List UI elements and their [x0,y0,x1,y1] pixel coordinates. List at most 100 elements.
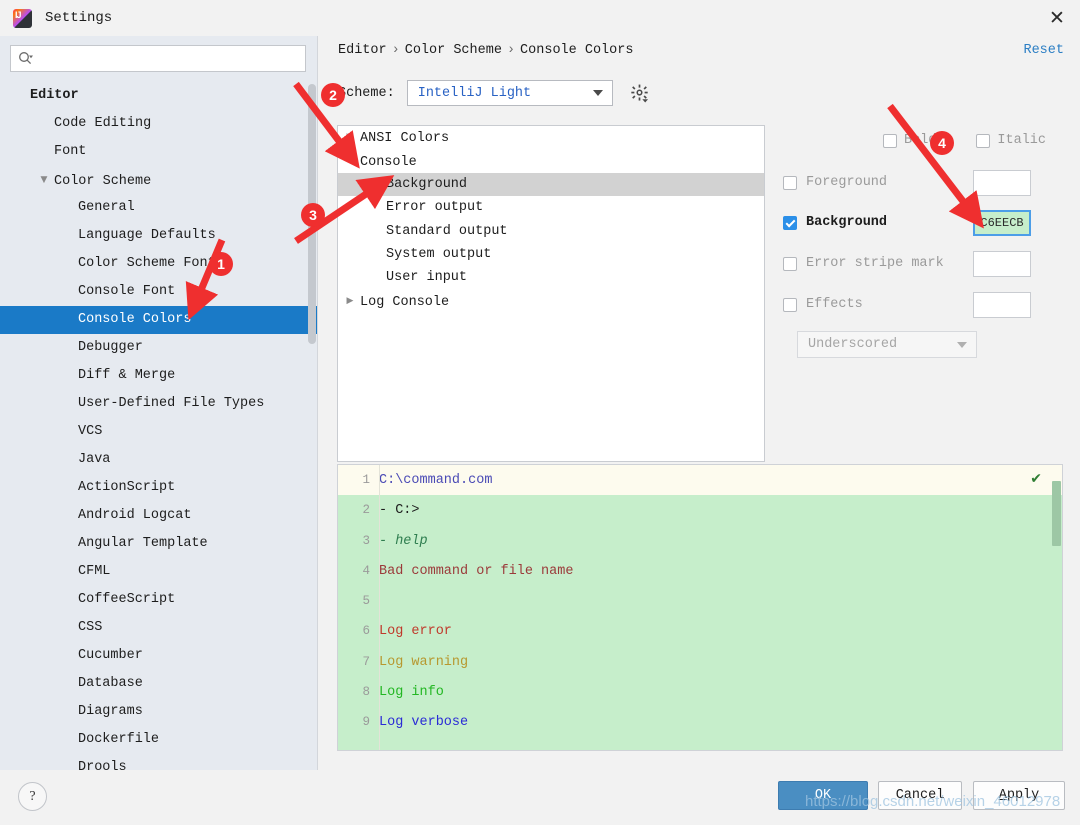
sidebar-item-label: Cucumber [78,648,143,663]
property-label: Error stripe mark [806,256,944,271]
chevron-down-icon[interactable]: ▼ [38,166,50,194]
ok-button[interactable]: OK [778,781,868,810]
property-row-effects: Effects [783,291,1063,318]
color-preview-pane[interactable]: 1 C:\command.com 2 - C:> 3 - help 4 Bad command… [337,464,1063,751]
effects-checkbox[interactable] [783,297,797,312]
scheme-select[interactable]: IntelliJ Light [406,80,613,106]
sidebar-item-label: Code Editing [54,116,152,131]
close-icon[interactable]: ✕ [1034,0,1080,36]
chevron-right-icon[interactable]: ▶ [344,126,356,149]
line-number: 1 [362,473,370,487]
sidebar-item-coffeescript[interactable]: CoffeeScript [0,586,318,614]
breadcrumb-item[interactable]: Color Scheme [405,43,502,58]
search-input[interactable] [33,45,305,72]
sidebar-item-label: Console Colors [78,312,192,327]
preview-line: 8 Log info [338,677,1062,707]
sidebar-item-console-colors[interactable]: Console Colors [0,306,318,334]
chevron-down-icon [957,341,967,348]
preview-line: 5 [338,586,1062,616]
cancel-button[interactable]: Cancel [878,781,962,810]
effects-color-swatch[interactable] [973,291,1031,318]
attribute-row-error-output[interactable]: Error output [338,196,764,219]
sidebar-item-database[interactable]: Database [0,670,318,698]
sidebar-item-cfml[interactable]: CFML [0,558,318,586]
gear-icon[interactable] [630,84,649,103]
sidebar-item-diagrams[interactable]: Diagrams [0,698,318,726]
sidebar-item-console-font[interactable]: Console Font [0,278,318,306]
bold-label: Bold [904,133,937,148]
bold-checkbox[interactable] [883,133,897,148]
italic-label: Italic [997,133,1047,148]
sidebar-item-font[interactable]: Font [0,138,318,166]
sidebar-item-label: Font [54,144,87,159]
sidebar-item-user-defined-file-types[interactable]: User-Defined File Types [0,390,318,418]
sidebar-item-label: Dockerfile [78,732,160,747]
background-color-swatch[interactable]: C6EECB [973,209,1031,236]
attribute-row-console[interactable]: ▼ Console [338,149,764,172]
chevron-right-icon[interactable]: ▶ [344,290,356,313]
attribute-row-user-input[interactable]: User input [338,266,764,289]
preview-scrollbar-thumb[interactable] [1052,481,1061,546]
attribute-label: System output [386,246,492,262]
preview-line-text: Log error [379,624,452,640]
help-button[interactable]: ? [18,782,47,811]
attribute-row-background[interactable]: Background [338,172,764,197]
effect-type-select[interactable]: Underscored [797,331,977,358]
attribute-row-log-console[interactable]: ▶ Log Console [338,290,764,313]
sidebar-item-android-logcat[interactable]: Android Logcat [0,502,318,530]
sidebar-scrollbar-thumb[interactable] [308,84,316,344]
attribute-row-system-output[interactable]: System output [338,243,764,266]
attribute-label: Standard output [386,223,508,239]
window-title: Settings [45,10,113,26]
title-bar: Settings ✕ [0,0,1080,36]
preview-line: 2 - C:> [338,495,1062,525]
line-number: 5 [362,594,370,609]
scheme-label: Scheme: [338,85,395,101]
property-label: Foreground [806,175,888,190]
apply-button[interactable]: Apply [973,781,1065,810]
sidebar-item-vcs[interactable]: VCS [0,418,318,446]
color-hex-value: C6EECB [980,215,1024,230]
sidebar-item-label: VCS [78,424,103,439]
error-stripe-mark-color-swatch[interactable] [973,250,1031,277]
sidebar-item-css[interactable]: CSS [0,614,318,642]
sidebar-item-angular-template[interactable]: Angular Template [0,530,318,558]
inspection-ok-icon[interactable]: ✔ [1030,471,1042,487]
property-label: Effects [806,297,863,312]
sidebar-item-color-scheme-font[interactable]: Color Scheme Font [0,250,318,278]
italic-checkbox[interactable] [976,133,991,148]
preview-line: 3 - help [338,526,1062,556]
sidebar-item-color-scheme[interactable]: ▼ Color Scheme [0,166,318,194]
background-checkbox[interactable] [783,215,797,230]
sidebar-item-debugger[interactable]: Debugger [0,334,318,362]
breadcrumb-item[interactable]: Editor [338,43,387,58]
scheme-row: Scheme: IntelliJ Light [338,80,649,106]
search-box[interactable] [10,45,306,72]
color-attribute-tree[interactable]: ▶ ANSI Colors ▼ Console Background Error outp… [337,125,765,462]
sidebar-item-actionscript[interactable]: ActionScript [0,474,318,502]
dialog-footer: ? OK Cancel Apply [0,770,1080,821]
attribute-row-ansi-colors[interactable]: ▶ ANSI Colors [338,126,764,149]
sidebar-item-editor[interactable]: Editor [0,82,318,110]
attribute-label: User input [386,270,468,286]
sidebar-item-label: CoffeeScript [78,592,176,607]
sidebar-item-diff-merge[interactable]: Diff & Merge [0,362,318,390]
sidebar-item-code-editing[interactable]: Code Editing [0,110,318,138]
sidebar-item-general[interactable]: General [0,194,318,222]
line-number: 9 [362,715,370,730]
sidebar-item-java[interactable]: Java [0,446,318,474]
attribute-row-standard-output[interactable]: Standard output [338,220,764,243]
settings-tree[interactable]: Editor Code Editing Font ▼ Color Scheme Gener… [0,82,318,770]
sidebar-item-dockerfile[interactable]: Dockerfile [0,726,318,754]
error-stripe-mark-checkbox[interactable] [783,256,797,271]
reset-link[interactable]: Reset [1023,43,1064,58]
sidebar-item-drools[interactable]: Drools [0,754,318,770]
sidebar-item-label: Console Font [78,284,176,299]
breadcrumb: Editor › Color Scheme › Console Colors [338,43,633,58]
foreground-color-swatch[interactable] [973,169,1031,196]
chevron-down-icon[interactable]: ▼ [344,149,356,172]
sidebar-item-cucumber[interactable]: Cucumber [0,642,318,670]
foreground-checkbox[interactable] [783,175,797,190]
sidebar-item-language-defaults[interactable]: Language Defaults [0,222,318,250]
breadcrumb-item[interactable]: Console Colors [520,43,633,58]
